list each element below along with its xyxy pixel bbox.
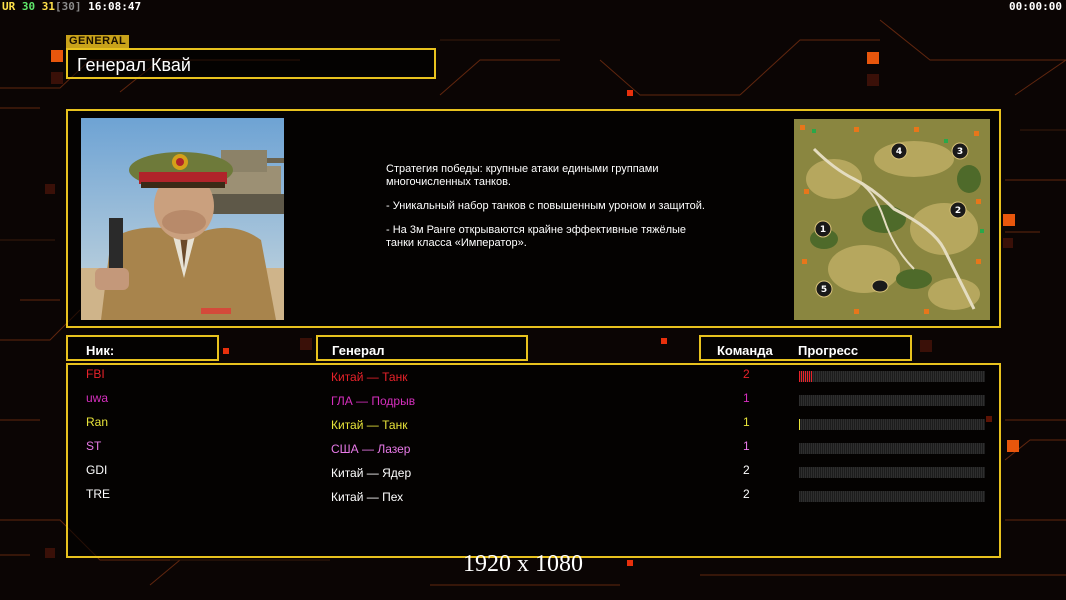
player-row: TRE Китай — Пех 2 (0, 487, 1066, 507)
progress-fill (803, 371, 804, 382)
player-nick: GDI (86, 463, 108, 477)
spawn-label: 2 (955, 206, 961, 216)
player-nick: uwa (86, 391, 109, 405)
progress-fill (801, 371, 802, 382)
player-nick: Ran (86, 415, 109, 429)
player-general: Китай — Пех (331, 490, 404, 504)
player-general: Китай — Танк (331, 370, 408, 384)
spawn-label: 4 (896, 147, 902, 157)
player-progress-bar (799, 443, 985, 454)
player-progress-bar (799, 395, 985, 406)
player-team: 1 (743, 415, 750, 429)
player-team: 2 (743, 367, 750, 381)
player-row: FBI Китай — Танк 2 (0, 367, 1066, 387)
description-line: Стратегия победы: крупные атаки едиными … (386, 163, 659, 188)
progress-fill (811, 371, 812, 382)
player-team: 1 (743, 391, 750, 405)
resolution-label: 1920 x 1080 (463, 551, 583, 577)
progress-fill (799, 371, 800, 382)
player-progress-bar (799, 491, 985, 502)
player-row: uwa ГЛА — Подрыв 1 (0, 391, 1066, 411)
player-general: Китай — Танк (331, 418, 408, 432)
player-nick: TRE (86, 487, 110, 501)
player-general: ГЛА — Подрыв (331, 394, 416, 408)
general-title-box: Генерал Квай (66, 48, 436, 79)
description-line: - На 3м Ранге открываются крайне эффекти… (386, 224, 687, 249)
section-tag: GENERAL (66, 35, 130, 48)
spawn-label: 5 (821, 285, 827, 295)
description-line: - Уникальный набор танков с повышенным у… (386, 200, 705, 212)
player-nick: ST (86, 439, 102, 453)
player-team: 2 (743, 463, 750, 477)
player-row: ST США — Лазер 1 (0, 439, 1066, 459)
player-team: 1 (743, 439, 750, 453)
general-portrait (81, 118, 284, 320)
header-team: Команда (717, 343, 773, 358)
header-team-progress-box: Команда Прогресс (699, 335, 912, 361)
player-progress-bar (799, 371, 985, 382)
player-general: Китай — Ядер (331, 466, 412, 480)
progress-fill (799, 419, 800, 430)
fps-clock-overlay: UR 30 31[30] 16:08:47 (2, 0, 142, 13)
player-team: 2 (743, 487, 750, 501)
header-general: Генерал (332, 343, 385, 358)
spawn-label: 3 (957, 147, 963, 157)
player-general: США — Лазер (331, 442, 411, 456)
player-progress-bar (799, 419, 985, 430)
progress-fill (809, 371, 810, 382)
minimap[interactable]: 4 3 2 1 5 (794, 119, 990, 320)
header-progress: Прогресс (798, 343, 859, 358)
player-progress-bar (799, 467, 985, 478)
player-row: Ran Китай — Танк 1 (0, 415, 1066, 435)
header-nick-box: Ник: (66, 335, 219, 361)
spawn-label: 1 (820, 225, 826, 235)
progress-fill (807, 371, 808, 382)
header-nick: Ник: (86, 343, 115, 358)
general-description: Стратегия победы: крупные атаки едиными … (386, 163, 706, 261)
general-name: Генерал Квай (77, 55, 191, 75)
player-row: GDI Китай — Ядер 2 (0, 463, 1066, 483)
header-general-box: Генерал (316, 335, 528, 361)
game-timer: 00:00:00 (1009, 0, 1062, 13)
player-nick: FBI (86, 367, 105, 381)
progress-fill (805, 371, 806, 382)
